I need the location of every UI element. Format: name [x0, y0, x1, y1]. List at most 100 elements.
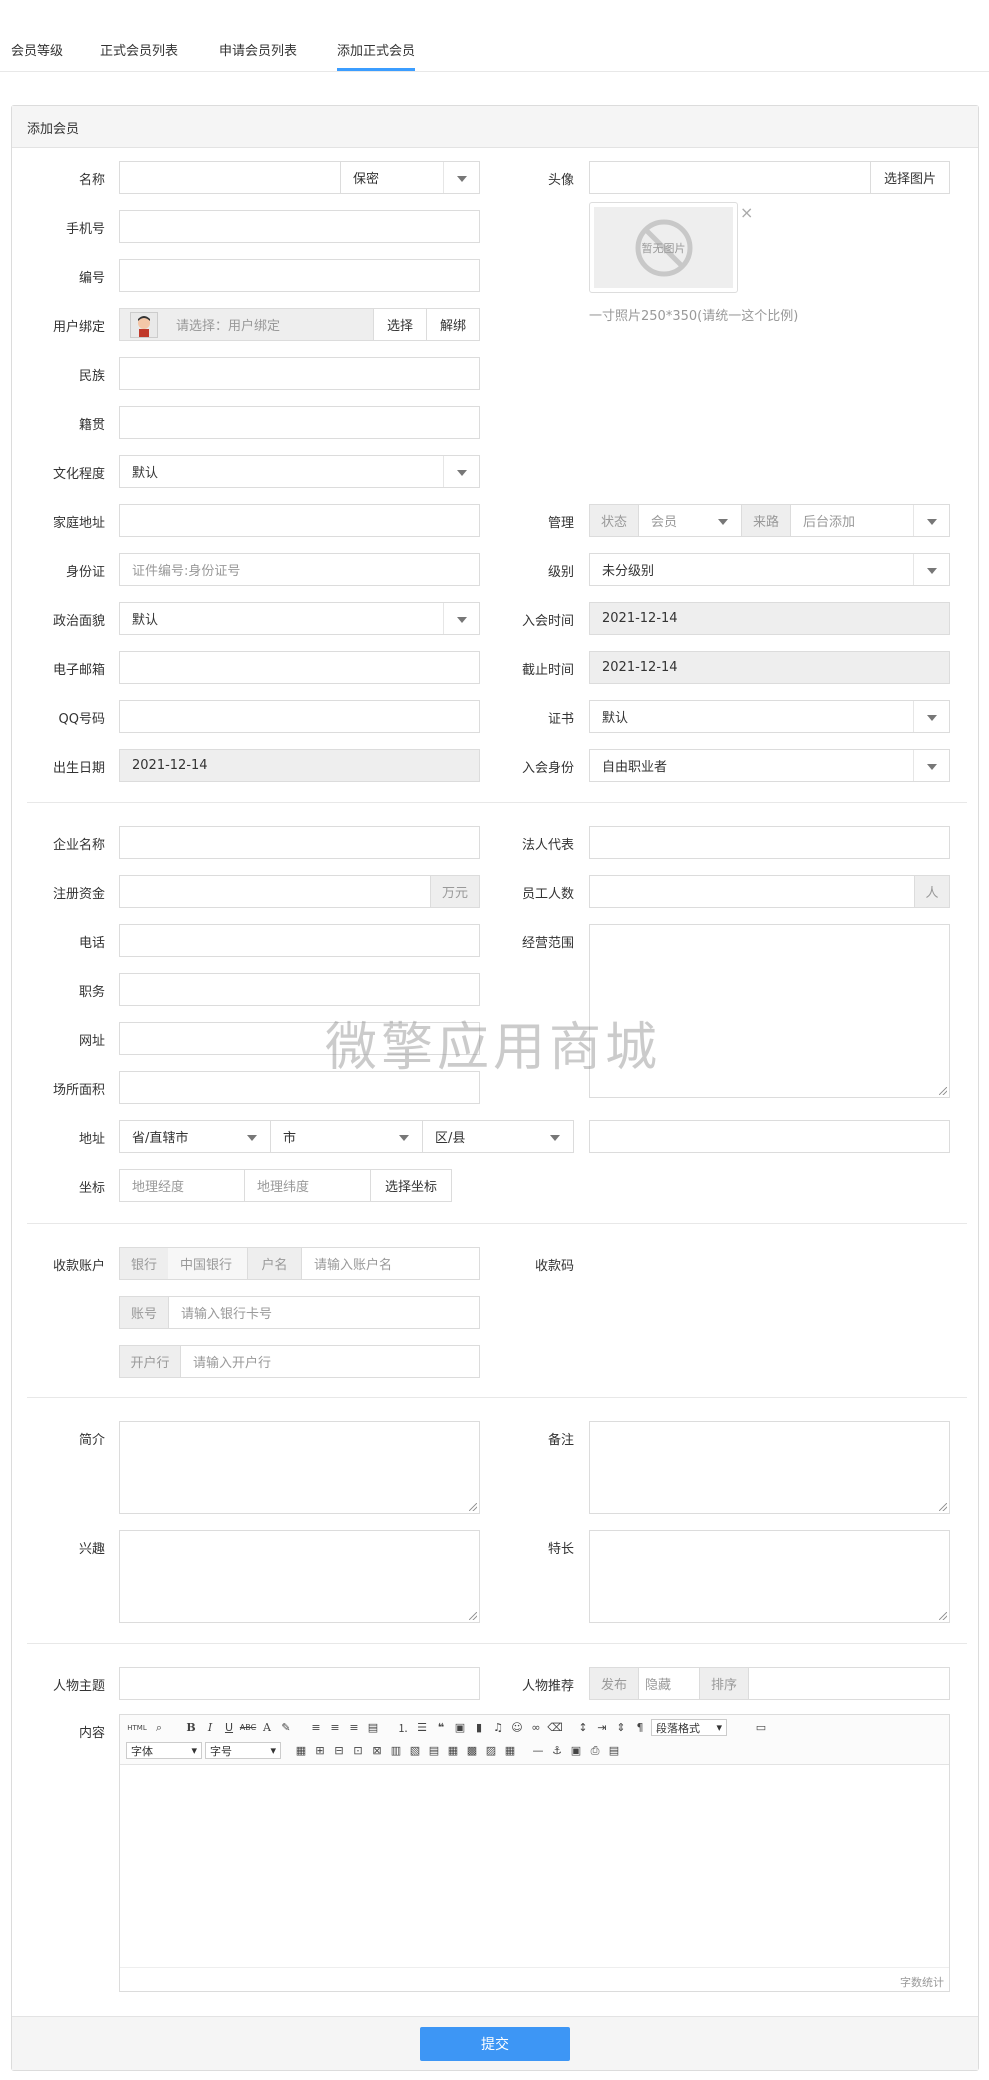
- split-rows-icon[interactable]: ▩: [464, 1743, 480, 1759]
- remove-image-icon[interactable]: ×: [740, 203, 753, 222]
- insert-row-icon[interactable]: ⊞: [312, 1743, 328, 1759]
- quote-icon[interactable]: ❝: [433, 1720, 449, 1736]
- source-select[interactable]: 后台添加: [790, 504, 950, 537]
- capital-input[interactable]: [119, 875, 431, 908]
- name-input[interactable]: [119, 161, 341, 194]
- gender-select[interactable]: 保密: [340, 161, 480, 194]
- paragraph-format-select[interactable]: 段落格式 ▾: [651, 1719, 727, 1736]
- account-input[interactable]: 请输入银行卡号: [168, 1296, 480, 1329]
- tab-apply-member-list[interactable]: 申请会员列表: [219, 40, 297, 59]
- idcard-input[interactable]: 证件编号:身份证号: [119, 553, 480, 586]
- split-cells-icon[interactable]: ▧: [407, 1743, 423, 1759]
- table-icon[interactable]: ▦: [293, 1743, 309, 1759]
- remark-textarea[interactable]: [589, 1421, 950, 1514]
- eraser-icon[interactable]: ⌫: [547, 1720, 563, 1736]
- font-size-select[interactable]: 字号 ▾: [205, 1742, 281, 1759]
- align-right-icon[interactable]: ≡: [346, 1720, 362, 1736]
- qq-input[interactable]: [119, 700, 480, 733]
- underline-icon[interactable]: U: [221, 1720, 237, 1736]
- unbind-user-button[interactable]: 解绑: [426, 308, 480, 341]
- paste-text-icon[interactable]: ▤: [606, 1743, 622, 1759]
- submit-button[interactable]: 提交: [420, 2027, 570, 2061]
- anchor-icon[interactable]: ⚓: [549, 1743, 565, 1759]
- native-input[interactable]: [119, 406, 480, 439]
- staff-count-input[interactable]: [589, 875, 915, 908]
- horizontal-rule-icon[interactable]: —: [530, 1743, 546, 1759]
- tab-add-formal-member[interactable]: 添加正式会员: [337, 40, 416, 71]
- intro-textarea[interactable]: [119, 1421, 480, 1514]
- music-icon[interactable]: ♫: [490, 1720, 506, 1736]
- delete-table-icon[interactable]: ▦: [502, 1743, 518, 1759]
- identity-select[interactable]: 自由职业者: [589, 749, 950, 782]
- political-select[interactable]: 默认: [119, 602, 480, 635]
- font-family-select[interactable]: 字体 ▾: [126, 1742, 202, 1759]
- indent-icon[interactable]: ⇥: [594, 1720, 610, 1736]
- birth-date-input[interactable]: 2021-12-14: [119, 749, 480, 782]
- business-scope-textarea[interactable]: [589, 924, 950, 1098]
- skill-textarea[interactable]: [589, 1530, 950, 1623]
- align-left-icon[interactable]: ≡: [308, 1720, 324, 1736]
- address-input[interactable]: [119, 504, 480, 537]
- level-select[interactable]: 未分级别: [589, 553, 950, 586]
- number-input[interactable]: [119, 259, 480, 292]
- emoji-icon[interactable]: ☺: [509, 1720, 525, 1736]
- unordered-list-icon[interactable]: ☰: [414, 1720, 430, 1736]
- delete-row-icon[interactable]: ⊡: [350, 1743, 366, 1759]
- sort-input[interactable]: [748, 1667, 950, 1700]
- cell-props-icon[interactable]: ▦: [445, 1743, 461, 1759]
- align-justify-icon[interactable]: ▤: [365, 1720, 381, 1736]
- highlight-icon[interactable]: ✎: [278, 1720, 294, 1736]
- province-select[interactable]: 省/直辖市: [119, 1120, 271, 1153]
- latitude-input[interactable]: 地理纬度: [244, 1169, 371, 1202]
- avatar-url-input[interactable]: [589, 161, 871, 194]
- ethnic-input[interactable]: [119, 357, 480, 390]
- line-height-icon[interactable]: ↕: [575, 1720, 591, 1736]
- bold-icon[interactable]: B: [183, 1720, 199, 1736]
- split-cols-icon[interactable]: ▨: [483, 1743, 499, 1759]
- cert-select[interactable]: 默认: [589, 700, 950, 733]
- choose-coord-button[interactable]: 选择坐标: [370, 1169, 452, 1202]
- delete-col-icon[interactable]: ⊠: [369, 1743, 385, 1759]
- strikethrough-icon[interactable]: ABC: [240, 1720, 256, 1736]
- merge-cells-icon[interactable]: ▥: [388, 1743, 404, 1759]
- italic-icon[interactable]: I: [202, 1720, 218, 1736]
- hobby-textarea[interactable]: [119, 1530, 480, 1623]
- position-input[interactable]: [119, 973, 480, 1006]
- insert-paragraph-icon[interactable]: ¶: [632, 1720, 648, 1736]
- publish-select[interactable]: 隐藏: [638, 1667, 700, 1700]
- holder-input[interactable]: 请输入账户名: [301, 1247, 480, 1280]
- street-address-input[interactable]: [589, 1120, 950, 1153]
- email-input[interactable]: [119, 651, 480, 684]
- topic-input[interactable]: [119, 1667, 480, 1700]
- city-select[interactable]: 市: [270, 1120, 423, 1153]
- fullscreen-icon[interactable]: ▭: [753, 1720, 769, 1736]
- select-user-button[interactable]: 选择: [373, 308, 427, 341]
- choose-image-button[interactable]: 选择图片: [870, 161, 950, 194]
- print-icon[interactable]: ⎙: [587, 1743, 603, 1759]
- align-center-icon[interactable]: ≡: [327, 1720, 343, 1736]
- tab-formal-member-list[interactable]: 正式会员列表: [100, 40, 178, 59]
- tab-member-level[interactable]: 会员等级: [11, 40, 63, 59]
- area-input[interactable]: [119, 1071, 480, 1104]
- branch-input[interactable]: 请输入开户行: [180, 1345, 480, 1378]
- expire-time-input[interactable]: 2021-12-14: [589, 651, 950, 684]
- education-select[interactable]: 默认: [119, 455, 480, 488]
- font-color-icon[interactable]: A: [259, 1720, 275, 1736]
- image-icon[interactable]: ▣: [452, 1720, 468, 1736]
- district-select[interactable]: 区/县: [422, 1120, 574, 1153]
- preview-icon[interactable]: ⌕: [151, 1720, 167, 1736]
- legal-rep-input[interactable]: [589, 826, 950, 859]
- insert-col-icon[interactable]: ⊟: [331, 1743, 347, 1759]
- company-name-input[interactable]: [119, 826, 480, 859]
- html-source-icon[interactable]: HTML: [126, 1720, 148, 1736]
- template-icon[interactable]: ▣: [568, 1743, 584, 1759]
- video-icon[interactable]: ▮: [471, 1720, 487, 1736]
- phone-input[interactable]: [119, 210, 480, 243]
- ordered-list-icon[interactable]: ⒈: [395, 1720, 411, 1736]
- status-select[interactable]: 会员: [638, 504, 742, 537]
- link-icon[interactable]: ∞: [528, 1720, 544, 1736]
- tel-input[interactable]: [119, 924, 480, 957]
- bank-name-input[interactable]: 中国银行: [168, 1247, 248, 1280]
- paragraph-spacing-icon[interactable]: ⇕: [613, 1720, 629, 1736]
- longitude-input[interactable]: 地理经度: [119, 1169, 245, 1202]
